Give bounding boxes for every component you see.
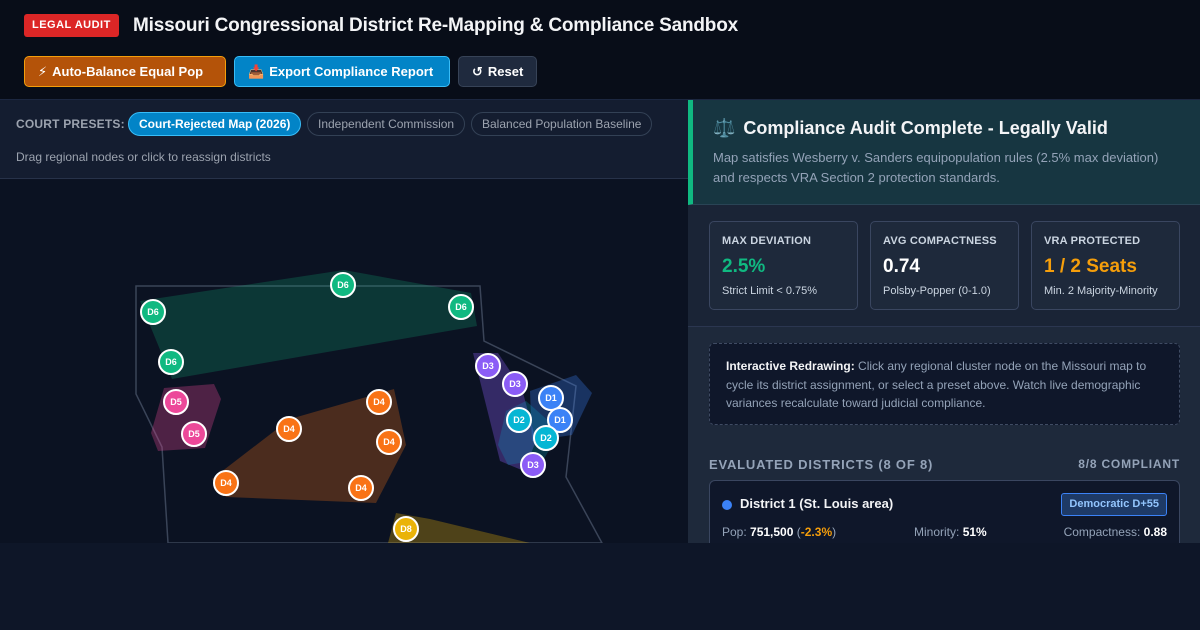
district-node-d4[interactable]: D4 — [276, 416, 302, 442]
banner-title: ⚖️ Compliance Audit Complete - Legally Va… — [713, 118, 1108, 139]
minority-value: 51% — [962, 525, 987, 539]
metric-subtext: Min. 2 Majority-Minority — [1044, 285, 1158, 297]
district-card[interactable]: District 1 (St. Louis area) Democratic D… — [709, 480, 1180, 543]
district-node-d4[interactable]: D4 — [213, 470, 239, 496]
metric-label: MAX DEVIATION — [722, 235, 812, 247]
compliance-count: 8/8 COMPLIANT — [1078, 457, 1180, 471]
preset-independent-commission[interactable]: Independent Commission — [307, 112, 465, 136]
compactness-label: Compactness: — [1063, 525, 1141, 539]
reset-button[interactable]: ↺ Reset — [458, 56, 537, 87]
metric-subtext: Polsby-Popper (0-1.0) — [883, 285, 991, 297]
audit-panel: ⚖️ Compliance Audit Complete - Legally Va… — [688, 100, 1200, 543]
metric-label: AVG COMPACTNESS — [883, 235, 997, 247]
download-tray-icon: 📥 — [248, 64, 265, 79]
population-label: Pop: — [722, 525, 747, 539]
metric-card-avg-compactness: AVG COMPACTNESS 0.74 Polsby-Popper (0-1.… — [870, 221, 1019, 310]
metrics-row: MAX DEVIATION 2.5% Strict Limit < 0.75% … — [688, 205, 1200, 327]
compliance-banner: ⚖️ Compliance Audit Complete - Legally Va… — [688, 100, 1200, 205]
compactness-value: 0.88 — [1143, 525, 1167, 539]
legal-audit-badge: LEGAL AUDIT — [24, 14, 119, 37]
map-canvas — [135, 270, 603, 543]
metric-value: 1 / 2 Seats — [1044, 256, 1137, 277]
district-name: District 1 (St. Louis area) — [740, 496, 894, 511]
note-heading: Interactive Redrawing: — [726, 359, 855, 373]
lightning-icon: ⚡ — [38, 64, 48, 79]
court-presets-label: COURT PRESETS: — [16, 117, 125, 131]
district-node-d3[interactable]: D3 — [520, 452, 546, 478]
missouri-map[interactable]: D6 D6 D6 D6 D5 D5 D4 D4 D4 D4 D4 D3 D3 D3 D1 D1 D2 D2 D8 — [0, 179, 688, 543]
minority-label: Minority: — [914, 525, 960, 539]
district-node-d6[interactable]: D6 — [140, 299, 166, 325]
district-node-d4[interactable]: D4 — [348, 475, 374, 501]
banner-description: Map satisfies Wesberry v. Sanders equipo… — [713, 150, 1159, 185]
district-node-d5[interactable]: D5 — [181, 421, 207, 447]
deviation-value: -2.3% — [800, 525, 833, 539]
metric-card-vra-protected: VRA PROTECTED 1 / 2 Seats Min. 2 Majorit… — [1031, 221, 1180, 310]
interactive-redrawing-note: Interactive Redrawing: Click any regiona… — [709, 343, 1180, 425]
reset-label: Reset — [487, 64, 524, 79]
district-node-d3[interactable]: D3 — [475, 353, 501, 379]
scales-icon: ⚖️ — [713, 118, 736, 138]
district-node-d6[interactable]: D6 — [448, 294, 474, 320]
district-node-d6[interactable]: D6 — [330, 272, 356, 298]
population-stat: Pop: 751,500 (-2.3%) — [722, 525, 837, 539]
district-node-d2[interactable]: D2 — [533, 425, 559, 451]
metric-card-max-deviation: MAX DEVIATION 2.5% Strict Limit < 0.75% — [709, 221, 858, 310]
header: LEGAL AUDIT Missouri Congressional Distr… — [0, 0, 1200, 100]
auto-balance-label: Auto-Balance Equal Pop — [52, 64, 204, 79]
metric-value: 2.5% — [722, 256, 766, 277]
reset-arrow-icon: ↺ — [472, 64, 483, 79]
banner-title-text: Compliance Audit Complete - Legally Vali… — [743, 118, 1108, 138]
district-node-d6[interactable]: D6 — [158, 349, 184, 375]
compactness-stat: Compactness: 0.88 — [1064, 525, 1167, 539]
district-node-d4[interactable]: D4 — [366, 389, 392, 415]
map-controls: COURT PRESETS: Court-Rejected Map (2026)… — [0, 100, 688, 179]
district-stats: Pop: 751,500 (-2.3%) Minority: 51% Compa… — [722, 525, 1167, 539]
preset-balanced-baseline[interactable]: Balanced Population Baseline — [471, 112, 652, 136]
metric-value: 0.74 — [883, 256, 920, 277]
app-window: LEGAL AUDIT Missouri Congressional Distr… — [0, 0, 1200, 543]
map-panel: COURT PRESETS: Court-Rejected Map (2026)… — [0, 100, 688, 543]
district-node-d2[interactable]: D2 — [506, 407, 532, 433]
population-value: 751,500 — [750, 525, 794, 539]
districts-heading: EVALUATED DISTRICTS (8 OF 8) — [709, 457, 934, 472]
auto-balance-button[interactable]: ⚡ Auto-Balance Equal Pop — [24, 56, 226, 87]
minority-stat: Minority: 51% — [914, 525, 987, 539]
metric-label: VRA PROTECTED — [1044, 235, 1141, 247]
metric-subtext: Strict Limit < 0.75% — [722, 285, 818, 297]
district-node-d3[interactable]: D3 — [502, 371, 528, 397]
preset-court-rejected[interactable]: Court-Rejected Map (2026) — [128, 112, 301, 136]
district-node-d5[interactable]: D5 — [163, 389, 189, 415]
map-hint: Drag regional nodes or click to reassign… — [16, 150, 271, 164]
page-title: Missouri Congressional District Re-Mappi… — [133, 15, 738, 36]
export-report-button[interactable]: 📥 Export Compliance Report — [234, 56, 450, 87]
export-report-label: Export Compliance Report — [269, 64, 434, 79]
district-color-dot — [722, 500, 732, 510]
district-node-d4[interactable]: D4 — [376, 429, 402, 455]
district-node-d8[interactable]: D8 — [393, 516, 419, 542]
partisan-lean-badge: Democratic D+55 — [1061, 493, 1167, 516]
